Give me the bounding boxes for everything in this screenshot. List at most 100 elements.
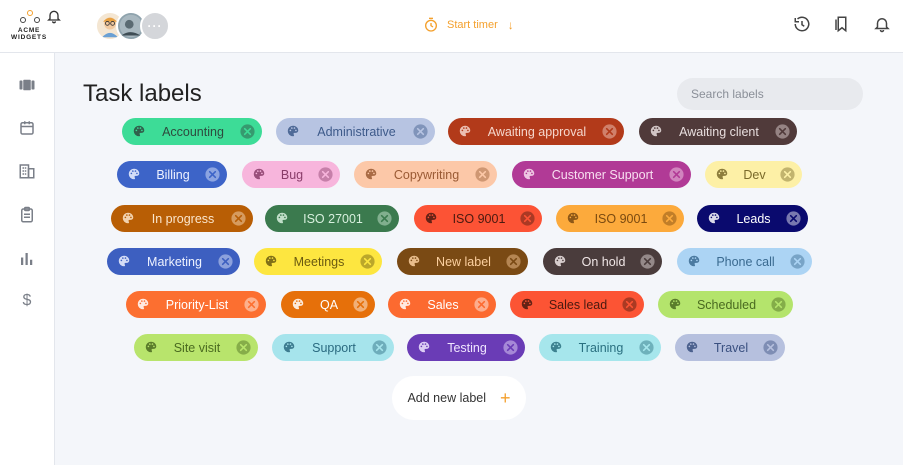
palette-icon[interactable] <box>275 211 289 225</box>
label-chip[interactable]: Awaiting approval <box>448 118 624 145</box>
remove-circle-icon[interactable] <box>230 210 247 227</box>
label-chip[interactable]: Leads <box>697 205 808 232</box>
sidebar-item-companies[interactable] <box>17 161 37 181</box>
palette-icon[interactable] <box>417 340 431 354</box>
palette-icon[interactable] <box>685 340 699 354</box>
brand-logo[interactable]: ACME WIDGETS <box>8 8 50 44</box>
remove-circle-icon[interactable] <box>359 253 376 270</box>
remove-circle-icon[interactable] <box>601 123 618 140</box>
remove-circle-icon[interactable] <box>502 339 519 356</box>
palette-icon[interactable] <box>566 211 580 225</box>
label-chip[interactable]: On hold <box>543 248 662 275</box>
remove-circle-icon[interactable] <box>352 296 369 313</box>
remove-circle-icon[interactable] <box>785 210 802 227</box>
palette-icon[interactable] <box>424 211 438 225</box>
sidebar-item-reports[interactable] <box>17 249 37 269</box>
remove-circle-icon[interactable] <box>668 166 685 183</box>
palette-icon[interactable] <box>136 297 150 311</box>
palette-icon[interactable] <box>687 254 701 268</box>
remove-circle-icon[interactable] <box>638 339 655 356</box>
remove-circle-icon[interactable] <box>371 339 388 356</box>
sidebar-item-billing[interactable]: $ <box>17 291 37 311</box>
label-chip[interactable]: Phone call <box>677 248 812 275</box>
label-chip[interactable]: Sales <box>388 291 496 318</box>
remove-circle-icon[interactable] <box>661 210 678 227</box>
label-chip[interactable]: ISO 27001 <box>265 205 399 232</box>
remove-circle-icon[interactable] <box>519 210 536 227</box>
palette-icon[interactable] <box>264 254 278 268</box>
label-chip[interactable]: Marketing <box>107 248 240 275</box>
palette-icon[interactable] <box>553 254 567 268</box>
palette-icon[interactable] <box>520 297 534 311</box>
label-chip[interactable]: Administrative <box>276 118 435 145</box>
label-chip[interactable]: In progress <box>111 205 253 232</box>
palette-icon[interactable] <box>707 211 721 225</box>
label-chip[interactable]: Bug <box>242 161 340 188</box>
label-chip[interactable]: Dev <box>705 161 802 188</box>
label-chip[interactable]: ISO 9001 <box>556 205 684 232</box>
palette-icon[interactable] <box>364 167 378 181</box>
palette-icon[interactable] <box>117 254 131 268</box>
palette-icon[interactable] <box>549 340 563 354</box>
remove-circle-icon[interactable] <box>376 210 393 227</box>
history-icon[interactable] <box>793 15 811 33</box>
remove-circle-icon[interactable] <box>474 166 491 183</box>
label-chip[interactable]: Travel <box>675 334 785 361</box>
palette-icon[interactable] <box>715 167 729 181</box>
bookmarks-icon[interactable] <box>833 15 851 33</box>
remove-circle-icon[interactable] <box>243 296 260 313</box>
remove-circle-icon[interactable] <box>774 123 791 140</box>
palette-icon[interactable] <box>286 124 300 138</box>
remove-circle-icon[interactable] <box>762 339 779 356</box>
remove-circle-icon[interactable] <box>235 339 252 356</box>
label-chip[interactable]: Training <box>539 334 661 361</box>
remove-circle-icon[interactable] <box>412 123 429 140</box>
remove-circle-icon[interactable] <box>789 253 806 270</box>
palette-icon[interactable] <box>668 297 682 311</box>
notifications-bell-icon[interactable] <box>873 15 891 33</box>
label-chip[interactable]: ISO 9001 <box>414 205 542 232</box>
label-chip[interactable]: Scheduled <box>658 291 793 318</box>
sidebar-item-calendar[interactable] <box>17 118 37 138</box>
team-avatars[interactable]: ··· <box>95 11 175 41</box>
palette-icon[interactable] <box>121 211 135 225</box>
label-chip[interactable]: Billing <box>117 161 227 188</box>
label-chip[interactable]: Meetings <box>254 248 382 275</box>
bell-icon[interactable] <box>46 8 62 24</box>
label-chip[interactable]: Priority-List <box>126 291 266 318</box>
sidebar-item-tasks[interactable] <box>17 205 37 225</box>
label-chip[interactable]: Copywriting <box>354 161 497 188</box>
remove-circle-icon[interactable] <box>621 296 638 313</box>
sidebar-item-boards[interactable] <box>17 75 37 95</box>
palette-icon[interactable] <box>407 254 421 268</box>
palette-icon[interactable] <box>522 167 536 181</box>
remove-circle-icon[interactable] <box>217 253 234 270</box>
label-chip[interactable]: Customer Support <box>512 161 691 188</box>
label-chip[interactable]: Sales lead <box>510 291 644 318</box>
remove-circle-icon[interactable] <box>317 166 334 183</box>
remove-circle-icon[interactable] <box>639 253 656 270</box>
label-chip[interactable]: Support <box>272 334 394 361</box>
palette-icon[interactable] <box>649 124 663 138</box>
more-avatars-button[interactable]: ··· <box>140 11 170 41</box>
remove-circle-icon[interactable] <box>239 123 256 140</box>
palette-icon[interactable] <box>291 297 305 311</box>
label-chip[interactable]: Awaiting client <box>639 118 797 145</box>
remove-circle-icon[interactable] <box>505 253 522 270</box>
palette-icon[interactable] <box>458 124 472 138</box>
label-chip[interactable]: QA <box>281 291 375 318</box>
palette-icon[interactable] <box>282 340 296 354</box>
remove-circle-icon[interactable] <box>204 166 221 183</box>
remove-circle-icon[interactable] <box>770 296 787 313</box>
palette-icon[interactable] <box>127 167 141 181</box>
add-new-label-button[interactable]: Add new label + <box>392 376 526 420</box>
start-timer-button[interactable]: Start timer ↓ <box>423 15 514 35</box>
remove-circle-icon[interactable] <box>779 166 796 183</box>
label-chip[interactable]: New label <box>397 248 528 275</box>
palette-icon[interactable] <box>252 167 266 181</box>
palette-icon[interactable] <box>144 340 158 354</box>
remove-circle-icon[interactable] <box>473 296 490 313</box>
label-chip[interactable]: Site visit <box>134 334 258 361</box>
label-chip[interactable]: Testing <box>407 334 525 361</box>
palette-icon[interactable] <box>398 297 412 311</box>
